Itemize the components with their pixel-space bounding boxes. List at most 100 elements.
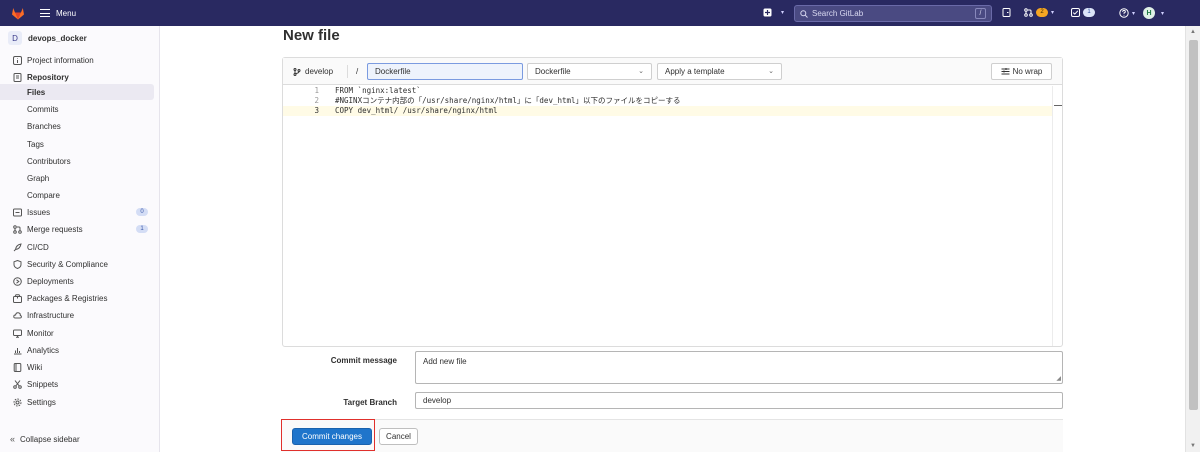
book-icon [12, 362, 22, 372]
todo-check-icon [1071, 8, 1080, 17]
sidebar-item-project-information[interactable]: Project information [0, 52, 160, 68]
sidebar-item-deployments[interactable]: Deployments [0, 273, 160, 289]
sidebar-item-wiki[interactable]: Wiki [0, 359, 160, 375]
sidebar-item-infrastructure[interactable]: Infrastructure [0, 307, 160, 323]
code-line: 1 FROM `nginx:latest` [283, 86, 1053, 96]
issues-nav-button[interactable] [1002, 8, 1011, 17]
sidebar-item-files[interactable]: Files [0, 84, 154, 100]
commit-message-label: Commit message [330, 356, 397, 365]
sidebar-item-label: Repository [27, 72, 69, 82]
code-line: 2 #NGINXコンテナ内部の「/usr/share/nginx/html」に「… [283, 96, 1053, 106]
sidebar-item-graph[interactable]: Graph [0, 170, 160, 186]
target-branch-input[interactable]: develop [415, 392, 1063, 409]
sidebar-item-packages-registries[interactable]: Packages & Registries [0, 290, 160, 306]
menu-button[interactable]: Menu [40, 9, 76, 18]
scroll-up-icon[interactable]: ▲ [1190, 29, 1196, 35]
sidebar-item-analytics[interactable]: Analytics [0, 342, 160, 358]
menu-label: Menu [56, 8, 77, 18]
page-scrollbar[interactable]: ▲ ▼ [1185, 26, 1200, 452]
sidebar-item-label: Snippets [27, 379, 59, 389]
search-placeholder: Search GitLab [812, 9, 864, 18]
collapse-sidebar-button[interactable]: « Collapse sidebar [10, 434, 80, 444]
sidebar-item-contributors[interactable]: Contributors [0, 153, 160, 169]
todos-nav-button[interactable]: 1 [1071, 8, 1095, 17]
no-wrap-label: No wrap [1012, 67, 1043, 76]
monitor-icon [12, 328, 22, 338]
plus-square-icon [763, 8, 772, 17]
sidebar-item-label: Monitor [27, 328, 54, 338]
template-select[interactable]: Apply a template ⌄ [657, 63, 782, 80]
template-placeholder: Apply a template [665, 67, 725, 76]
line-number: 1 [314, 86, 319, 95]
merge-requests-count-badge: 2 [1036, 8, 1048, 17]
rocket-icon [12, 242, 22, 252]
page-title: New file [283, 27, 340, 44]
merge-requests-count-badge: 1 [136, 225, 148, 233]
wrap-icon [1001, 68, 1010, 75]
project-header[interactable]: D devops_docker [0, 28, 159, 48]
search-icon [800, 9, 808, 18]
line-number: 2 [314, 96, 319, 105]
file-type-select[interactable]: Dockerfile ⌄ [527, 63, 652, 80]
sidebar-item-settings[interactable]: Settings [0, 394, 160, 410]
commit-changes-button[interactable]: Commit changes [292, 428, 372, 445]
sidebar-item-label: Files [27, 87, 46, 97]
sidebar-item-commits[interactable]: Commits [0, 101, 160, 117]
commit-message-value: Add new file [423, 357, 467, 366]
search-input[interactable]: Search GitLab / [794, 5, 992, 22]
sidebar-item-label: Infrastructure [27, 310, 75, 320]
help-button[interactable]: ▾ [1119, 8, 1135, 18]
todos-count-badge: 1 [1083, 8, 1095, 17]
sidebar-item-label: Graph [27, 173, 50, 183]
chevron-down-icon: ⌄ [638, 68, 644, 75]
no-wrap-button[interactable]: No wrap [991, 63, 1052, 80]
branch-label: develop [293, 67, 333, 76]
divider [347, 65, 348, 78]
code-editor[interactable]: 1 FROM `nginx:latest` 2 #NGINXコンテナ内部の「/u… [283, 86, 1062, 346]
sidebar-item-label: Merge requests [27, 224, 83, 234]
sidebar: D devops_docker Project information Repo… [0, 26, 160, 452]
sidebar-item-monitor[interactable]: Monitor [0, 325, 160, 341]
commit-message-textarea[interactable]: Add new file ◢ [415, 351, 1063, 384]
sidebar-item-security-compliance[interactable]: Security & Compliance [0, 256, 160, 272]
chevron-down-icon: ▾ [1051, 10, 1055, 16]
commit-form: Commit message Add new file ◢ Target Bra… [282, 347, 1063, 419]
issues-count-badge: 0 [136, 208, 148, 216]
sidebar-item-ci-cd[interactable]: CI/CD [0, 239, 160, 255]
line-text: FROM `nginx:latest` [335, 86, 421, 95]
package-icon [12, 293, 22, 303]
search-shortcut-hint: / [975, 8, 986, 19]
sidebar-item-issues[interactable]: Issues 0 [0, 204, 160, 220]
target-branch-label: Target Branch [343, 398, 397, 407]
create-new-button[interactable]: ▾ [763, 8, 784, 17]
cancel-button[interactable]: Cancel [379, 428, 418, 445]
gitlab-logo-icon[interactable] [6, 0, 30, 26]
sidebar-item-label: Deployments [27, 276, 74, 286]
sidebar-item-branches[interactable]: Branches [0, 118, 160, 134]
sidebar-item-tags[interactable]: Tags [0, 136, 160, 152]
file-name-input[interactable]: Dockerfile [367, 63, 523, 80]
path-separator: / [356, 67, 359, 76]
sidebar-item-snippets[interactable]: Snippets [0, 376, 160, 392]
branch-name: develop [305, 67, 334, 76]
merge-requests-nav-button[interactable]: 2 ▾ [1024, 8, 1054, 17]
project-name: devops_docker [28, 33, 87, 43]
sidebar-item-label: CI/CD [27, 242, 49, 252]
editor-overview-ruler [1052, 86, 1062, 346]
deployments-icon [12, 276, 22, 286]
sidebar-item-compare[interactable]: Compare [0, 187, 160, 203]
line-number: 3 [314, 106, 319, 115]
sidebar-item-label: Issues [27, 207, 51, 217]
cloud-icon [12, 310, 22, 320]
gear-icon [12, 397, 22, 407]
sidebar-item-repository[interactable]: Repository [0, 69, 160, 85]
info-icon [12, 55, 22, 65]
user-menu-button[interactable]: H ▾ [1143, 7, 1164, 19]
sidebar-item-merge-requests[interactable]: Merge requests 1 [0, 221, 160, 237]
scroll-down-icon[interactable]: ▼ [1190, 443, 1196, 449]
sidebar-item-label: Commits [27, 104, 59, 114]
resize-handle-icon[interactable]: ◢ [1056, 375, 1061, 382]
chevron-down-icon: ⌄ [768, 68, 774, 75]
sidebar-item-label: Branches [27, 121, 61, 131]
scrollbar-thumb[interactable] [1189, 40, 1198, 410]
